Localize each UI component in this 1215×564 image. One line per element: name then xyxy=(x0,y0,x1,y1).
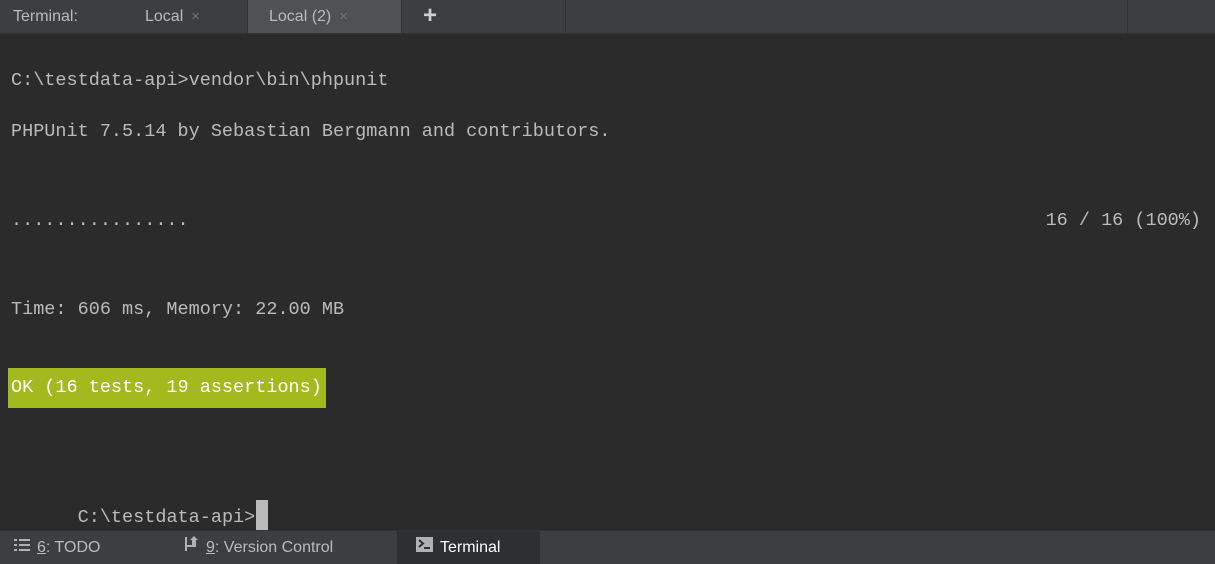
ide-terminal-window: Terminal: Local × Local (2) × + C:\testdat… xyxy=(0,0,1215,564)
tool-label: : TODO xyxy=(45,539,101,556)
time-memory-line: Time: 606 ms, Memory: 22.00 MB xyxy=(11,299,345,320)
terminal-tab-bar: Terminal: Local × Local (2) × + xyxy=(0,0,1215,34)
terminal-output[interactable]: C:\testdata-api>vendor\bin\phpunit PHPUn… xyxy=(0,34,1215,530)
todo-tool-button[interactable]: 6: TODO xyxy=(14,531,100,564)
prompt-line: C:\testdata-api> xyxy=(11,476,269,530)
tool-window-bar: 6: TODO 9: Version Control Terminal xyxy=(0,530,1215,564)
text-cursor xyxy=(256,500,269,530)
version-control-icon xyxy=(183,531,199,564)
terminal-tool-button[interactable]: Terminal xyxy=(397,531,540,564)
tab-local-2[interactable]: Local (2) × xyxy=(248,0,401,33)
close-icon[interactable]: × xyxy=(339,0,348,33)
version-control-tool-button[interactable]: 9: Version Control xyxy=(183,531,333,564)
terminal-tool-label: Terminal: xyxy=(13,8,78,25)
tab-divider xyxy=(565,0,566,33)
phpunit-header-line: PHPUnit 7.5.14 by Sebastian Bergmann and… xyxy=(11,121,611,142)
tool-number: 9 xyxy=(206,539,215,556)
test-progress: 16 / 16 (100%) xyxy=(1045,210,1201,231)
prompt-text: C:\testdata-api> xyxy=(77,507,256,528)
list-icon xyxy=(14,531,30,564)
tab-divider xyxy=(1127,0,1128,33)
tool-label: Terminal xyxy=(440,539,501,556)
close-icon[interactable]: × xyxy=(191,0,200,33)
ok-result-line: OK (16 tests, 19 assertions) xyxy=(8,368,326,408)
add-tab-button[interactable]: + xyxy=(415,0,445,33)
tab-local[interactable]: Local × xyxy=(133,0,247,33)
tool-label: : Version Control xyxy=(214,539,334,556)
tab-divider xyxy=(401,0,402,33)
tab-label: Local xyxy=(145,8,184,25)
tool-number: 6 xyxy=(37,539,46,556)
terminal-icon xyxy=(416,531,433,564)
tab-label: Local (2) xyxy=(269,8,332,25)
command-line: C:\testdata-api>vendor\bin\phpunit xyxy=(11,70,389,91)
test-dots-line: ................ xyxy=(11,210,189,231)
